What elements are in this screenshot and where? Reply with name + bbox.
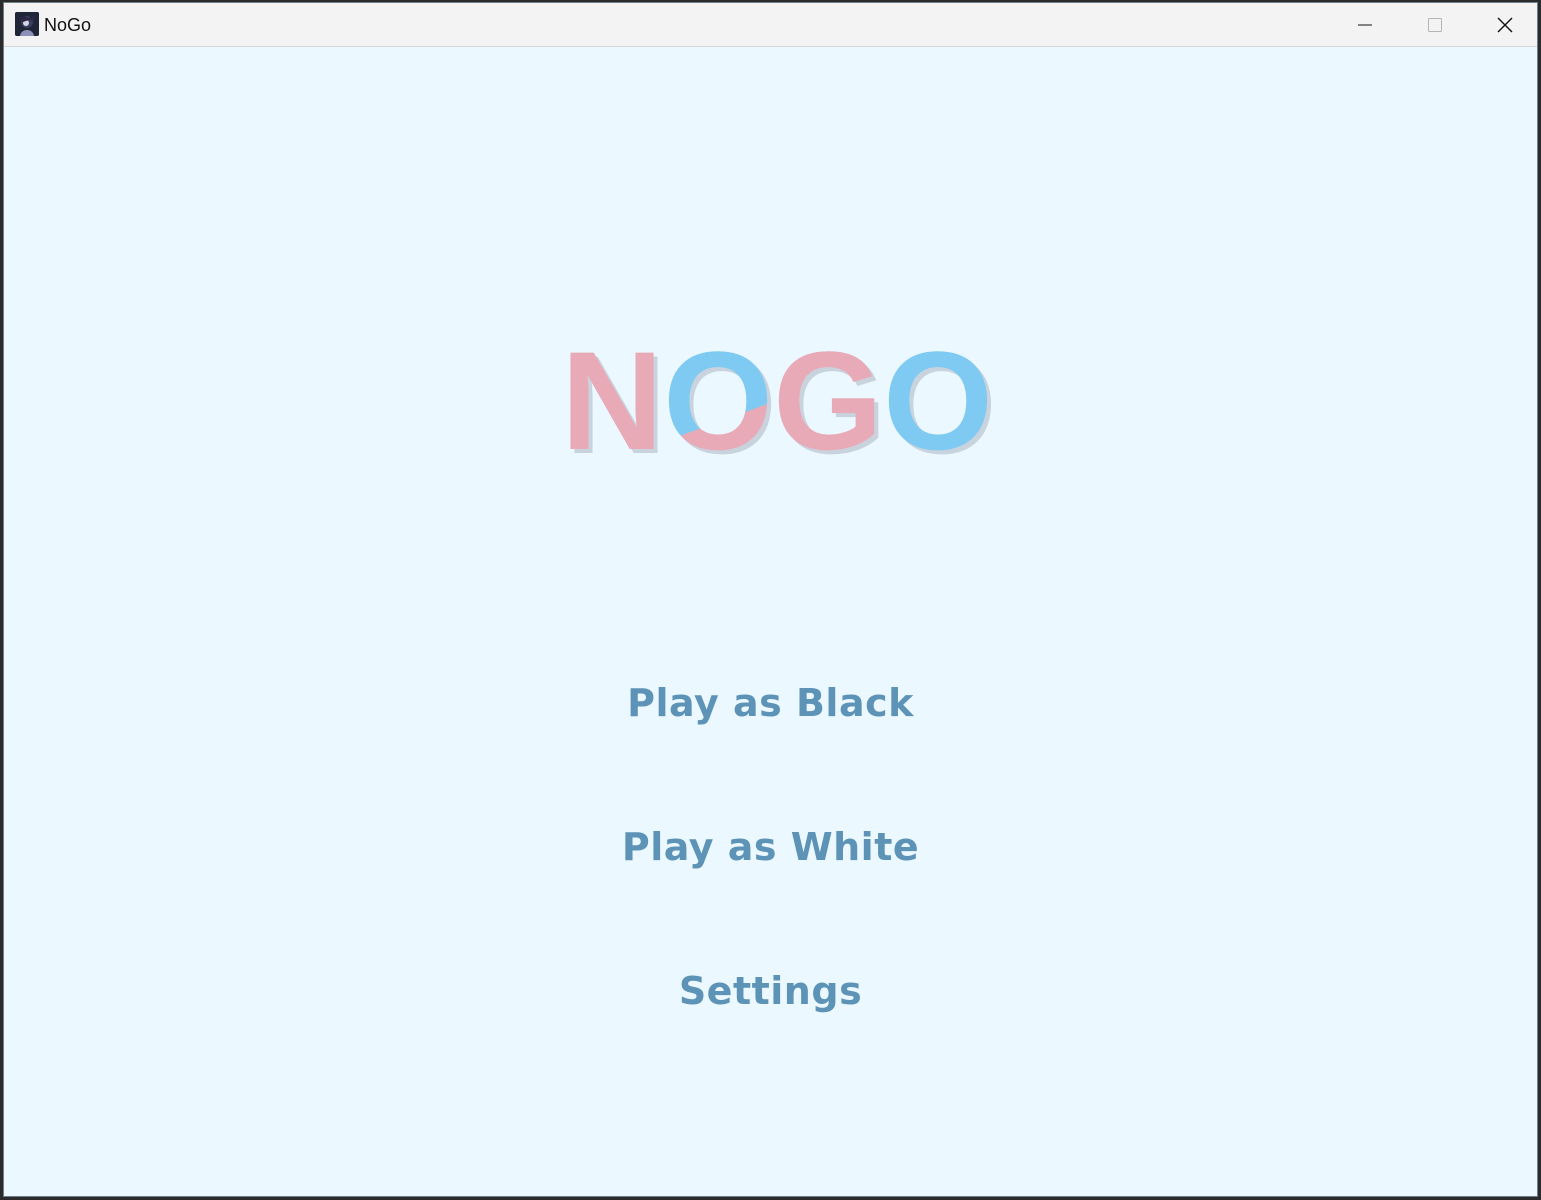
app-window: NoGo NOGO NOGO Play as Black Play as Whi… [3,2,1538,1197]
logo-letter-g: G [773,332,883,462]
minimize-icon [1358,24,1372,26]
play-as-black-label: Play as Black [627,681,914,725]
logo-letter-o: O [663,332,773,462]
logo-letter-o: O [883,332,993,462]
close-icon [1497,17,1513,33]
window-title: NoGo [44,15,92,35]
close-button[interactable] [1470,3,1537,47]
play-as-white-label: Play as White [621,825,920,869]
app-avatar-icon [15,12,39,36]
logo-text: NOGO [561,332,993,462]
maximize-icon [1428,18,1442,32]
settings-button[interactable]: Settings [4,967,1537,1015]
play-as-black-button[interactable]: Play as Black [4,679,1537,727]
logo-letter-n: N [561,332,663,462]
play-as-white-button[interactable]: Play as White [4,823,1537,871]
title-bar[interactable]: NoGo [4,3,1537,47]
minimize-button[interactable] [1330,3,1400,47]
nogo-logo: NOGO NOGO [549,322,1009,483]
main-menu: NOGO NOGO Play as Black Play as White Se… [4,47,1537,1196]
maximize-button[interactable] [1400,3,1470,47]
settings-label: Settings [678,969,863,1013]
